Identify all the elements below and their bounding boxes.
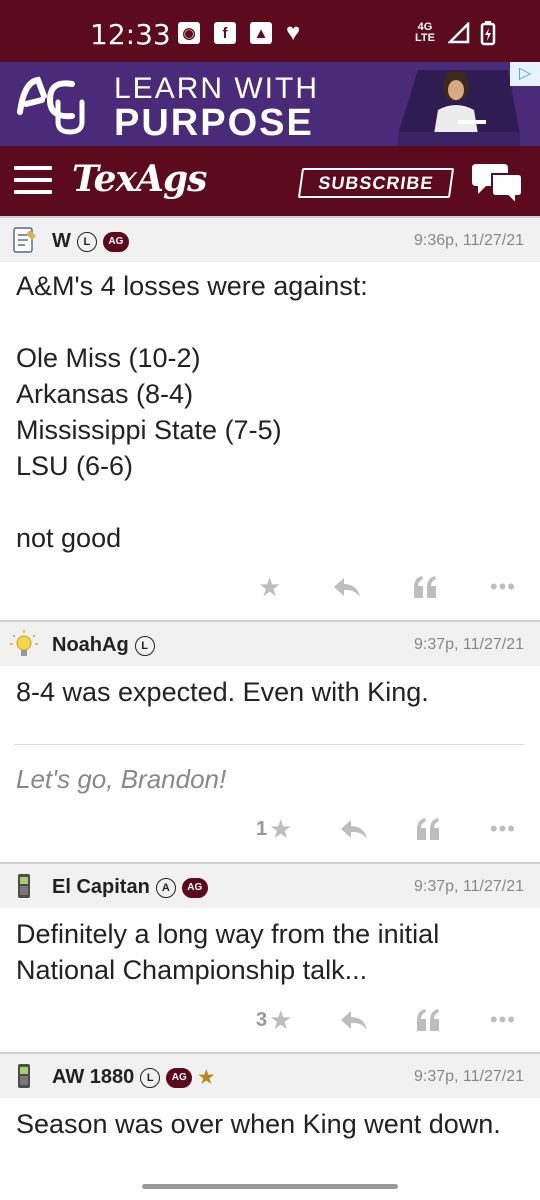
post-body: A&M's 4 losses were against: Ole Miss (1… — [16, 271, 368, 553]
gesture-bar[interactable] — [142, 1184, 398, 1189]
more-options-button[interactable]: ••• — [490, 816, 516, 842]
badge-l: L — [76, 231, 97, 252]
post-actions: 3 ★ ••• — [256, 1003, 516, 1037]
reply-icon — [340, 820, 367, 839]
star-count: 1 — [256, 817, 268, 840]
heart-icon: ♥ — [286, 19, 301, 46]
phone-icon — [18, 1064, 30, 1088]
more-options-button[interactable]: ••• — [490, 1007, 516, 1033]
battery-icon — [480, 21, 496, 46]
username-link[interactable]: AW 1880 L AG ★ — [52, 1066, 214, 1089]
post-body: Definitely a long way from the initial N… — [16, 919, 440, 985]
system-icons: 4G LTE — [412, 20, 496, 46]
network-label: 4G LTE — [415, 21, 435, 44]
subscribe-button[interactable]: SUBSCRIBE — [297, 168, 455, 198]
username-link[interactable]: W L AG — [52, 230, 129, 253]
status-time: 12:33 — [90, 18, 171, 51]
quote-button[interactable] — [415, 818, 441, 840]
signature-divider — [14, 744, 524, 745]
reply-button[interactable] — [340, 1009, 367, 1031]
quote-icon — [413, 576, 436, 598]
signal-icon — [448, 22, 470, 44]
quote-icon — [417, 818, 440, 840]
post-timestamp[interactable]: 9:37p, 11/27/21 — [414, 878, 524, 896]
post-actions: ★ ••• — [256, 570, 516, 604]
badge-a: A — [155, 877, 176, 898]
username: AW 1880 — [52, 1066, 135, 1088]
post-timestamp[interactable]: 9:37p, 11/27/21 — [414, 636, 524, 654]
notepad-icon — [13, 227, 36, 253]
adchoices-icon[interactable]: ▷ — [510, 62, 540, 86]
post-timestamp[interactable]: 9:37p, 11/27/21 — [414, 1068, 524, 1086]
post-signature: Let's go, Brandon! — [16, 764, 227, 794]
badge-l: L — [134, 635, 155, 656]
badge-ag: AG — [102, 231, 129, 252]
reply-icon — [333, 578, 360, 597]
status-bar: 12:33 ◉ f ▲ ♥ 4G LTE — [0, 0, 540, 62]
ad-headline-1: LEARN WITH — [114, 72, 320, 105]
ad-banner[interactable]: LEARN WITH PURPOSE ▷ — [0, 62, 540, 146]
badge-ag: AG — [166, 1067, 193, 1088]
lightbulb-icon — [10, 630, 38, 656]
image-icon: ▲ — [250, 22, 272, 44]
badge-l: L — [140, 1067, 161, 1088]
post-timestamp[interactable]: 9:36p, 11/27/21 — [414, 232, 524, 250]
username-link[interactable]: NoahAg L — [52, 634, 155, 657]
quote-button[interactable] — [415, 1009, 441, 1031]
username: W — [52, 230, 71, 252]
badge-ag: AG — [181, 877, 208, 898]
star-button[interactable]: ★ — [256, 572, 281, 603]
quote-button[interactable] — [412, 576, 438, 598]
star-badge-icon: ★ — [198, 1067, 215, 1088]
facebook-icon: f — [214, 22, 236, 44]
post-header: El Capitan A AG 9:37p, 11/27/21 — [0, 862, 540, 908]
star-button[interactable]: 1 ★ — [256, 814, 292, 845]
ad-photo — [398, 70, 520, 146]
reply-icon — [340, 1011, 367, 1030]
star-count: 3 — [256, 1008, 268, 1031]
username: NoahAg — [52, 634, 129, 656]
quote-icon — [417, 1009, 440, 1031]
hamburger-icon[interactable] — [14, 166, 52, 196]
post-body: 8-4 was expected. Even with King. — [16, 677, 429, 707]
notification-icons: ◉ f ▲ ♥ — [178, 19, 301, 46]
camera-icon: ◉ — [178, 22, 200, 44]
phone-icon — [18, 874, 30, 898]
site-navbar: TexAgs SUBSCRIBE — [0, 146, 540, 216]
acu-logo-icon — [17, 76, 85, 135]
post-header: W L AG 9:36p, 11/27/21 — [0, 216, 540, 262]
reply-button[interactable] — [340, 818, 367, 840]
chat-bubbles-icon[interactable] — [472, 160, 522, 204]
username-link[interactable]: El Capitan A AG — [52, 876, 208, 899]
username: El Capitan — [52, 876, 150, 898]
post-actions: 1 ★ ••• — [256, 812, 516, 846]
post-header: AW 1880 L AG ★ 9:37p, 11/27/21 — [0, 1052, 540, 1098]
post-body: Season was over when King went down. — [16, 1109, 501, 1139]
site-logo[interactable]: TexAgs — [72, 158, 207, 200]
star-button[interactable]: 3 ★ — [256, 1005, 292, 1036]
more-options-button[interactable]: ••• — [490, 574, 516, 600]
ad-headline-2: PURPOSE — [114, 102, 314, 144]
post-header: NoahAg L 9:37p, 11/27/21 — [0, 620, 540, 666]
reply-button[interactable] — [333, 576, 360, 598]
